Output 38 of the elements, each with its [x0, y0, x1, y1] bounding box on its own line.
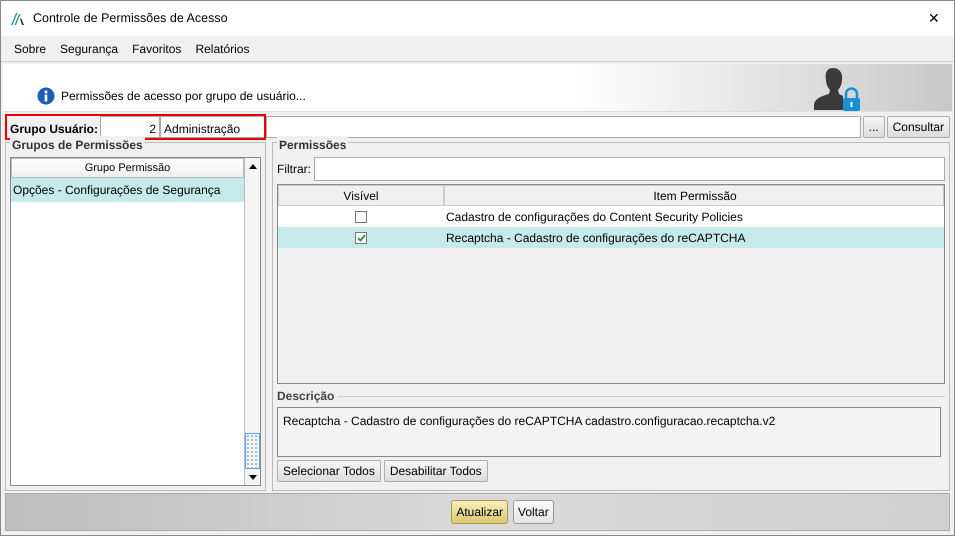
description-field[interactable]: Recaptcha - Cadastro de configurações do reCAPTCHA cadastro.configuracao.recaptcha.v2 — [277, 407, 941, 457]
table-cell: Recaptcha - Cadastro de configurações do reCAPTCHA — [446, 230, 746, 244]
browse-button[interactable]: ... — [862, 116, 885, 138]
scroll-down-icon[interactable] — [248, 474, 256, 480]
menu-item[interactable]: Sobre — [7, 38, 54, 60]
section-title: Descrição — [277, 388, 334, 405]
group-label: Grupo Usuário: — [9, 121, 100, 138]
header-message: Permissões de acesso por grupo de usuário... — [61, 88, 306, 105]
filter-label: Filtrar: — [277, 161, 311, 178]
filter-field[interactable] — [314, 157, 945, 181]
menu-item[interactable]: Relatórios — [188, 38, 256, 60]
scroll-up-icon[interactable] — [248, 164, 256, 168]
column-header[interactable]: Visível — [278, 185, 444, 206]
checkbox[interactable] — [355, 232, 367, 244]
menu-item[interactable]: Segurança — [53, 38, 126, 60]
checkbox[interactable] — [355, 210, 367, 222]
table-cell: Cadastro de configurações do Content Security Policies — [446, 210, 743, 224]
action-button[interactable]: Selecionar Todos — [277, 460, 381, 482]
action-button[interactable]: Desabilitar Todos — [384, 460, 488, 482]
search-button[interactable]: Consultar — [886, 116, 950, 138]
group-code-field[interactable]: 2 — [100, 116, 160, 138]
column-header[interactable]: Item Permissão — [444, 185, 944, 206]
info-icon — [37, 87, 55, 105]
app-logo-icon — [11, 12, 25, 24]
scrollbar[interactable] — [244, 158, 260, 485]
list-item[interactable]: Opções - Configurações de Segurança — [11, 178, 244, 202]
footer-button[interactable]: Atualizar — [451, 500, 508, 524]
table-row[interactable]: Cadastro de configurações do Content Security Policies — [278, 206, 944, 227]
close-button[interactable]: ✕ — [924, 8, 944, 29]
footer-button[interactable]: Voltar — [513, 500, 554, 524]
panel-title: Grupos de Permissões — [10, 136, 145, 154]
user-lock-icon — [811, 66, 863, 112]
table-row[interactable]: Recaptcha - Cadastro de configurações do reCAPTCHA — [278, 227, 944, 248]
scrollbar-thumb[interactable] — [245, 433, 260, 469]
group-name-field[interactable]: Administração — [160, 116, 264, 138]
menu-item[interactable]: Favoritos — [125, 38, 188, 60]
column-header[interactable]: Grupo Permissão — [11, 158, 244, 178]
window-title: Controle de Permissões de Acesso — [33, 10, 228, 28]
